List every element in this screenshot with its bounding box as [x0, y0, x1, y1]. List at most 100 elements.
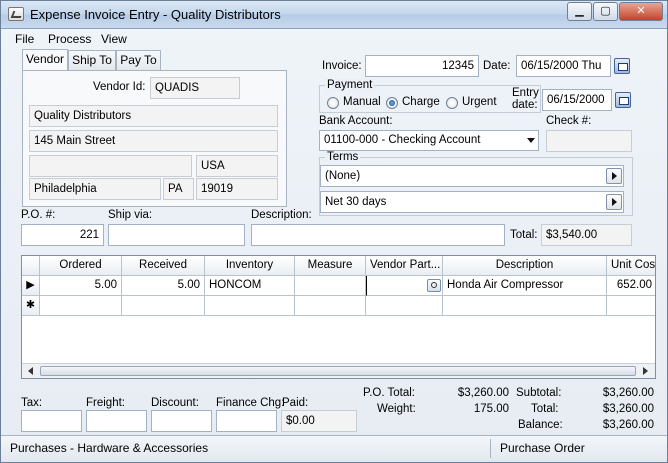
vendor-country-field[interactable]: USA	[196, 155, 278, 177]
invoice-number-field[interactable]: 12345	[365, 55, 479, 77]
footer-total-value: $3,260.00	[602, 403, 654, 415]
invoice-label: Invoice:	[322, 60, 362, 72]
vendor-city-field[interactable]: Philadelphia	[29, 178, 161, 200]
table-cell-empty[interactable]	[205, 296, 295, 316]
status-document-type: Purchase Order	[500, 441, 585, 455]
table-cell-empty[interactable]	[122, 296, 205, 316]
terms-field-2[interactable]: Net 30 days	[320, 191, 624, 213]
paid-label: Paid:	[282, 397, 309, 409]
payment-urgent-radio[interactable]	[446, 97, 458, 109]
payment-charge-label[interactable]: Charge	[402, 96, 440, 108]
bank-account-select[interactable]: 01100-000 - Checking Account	[319, 130, 539, 151]
table-cell-empty[interactable]	[607, 296, 655, 316]
col-unit-cost[interactable]: Unit Cost	[607, 256, 655, 276]
payment-manual-radio[interactable]	[327, 97, 339, 109]
freight-label: Freight:	[86, 397, 125, 409]
vendor-state-field[interactable]: PA	[163, 178, 194, 200]
table-cell-empty[interactable]	[443, 296, 607, 316]
tab-vendor[interactable]: Vendor	[22, 49, 68, 71]
terms-field-1[interactable]: (None)	[320, 165, 624, 187]
paid-field: $0.00	[281, 410, 357, 432]
vendor-address1-field[interactable]: 145 Main Street	[29, 130, 278, 152]
discount-label: Discount:	[151, 397, 199, 409]
line-items-grid[interactable]: Ordered Received Inventory Measure Vendo…	[21, 255, 656, 379]
ship-via-label: Ship via:	[108, 209, 153, 221]
weight-value: 175.00	[473, 403, 509, 415]
scroll-right-icon[interactable]	[643, 367, 648, 375]
vendor-address2-field[interactable]	[29, 155, 192, 177]
menu-file[interactable]: File	[15, 32, 34, 46]
tab-pay-to[interactable]: Pay To	[116, 50, 161, 70]
terms1-lookup-icon[interactable]	[606, 168, 622, 184]
magnifier-icon	[431, 282, 437, 288]
entry-date-field[interactable]: 06/15/2000	[542, 89, 612, 111]
terms2-lookup-icon[interactable]	[606, 194, 622, 210]
scrollbar-thumb[interactable]	[40, 366, 636, 376]
date-calendar-icon[interactable]	[614, 58, 630, 74]
bank-account-value: 01100-000 - Checking Account	[324, 134, 481, 146]
ship-via-field[interactable]	[108, 224, 245, 246]
table-cell-inventory[interactable]: HONCOM	[205, 276, 295, 296]
table-cell-description[interactable]: Honda Air Compressor	[443, 276, 607, 296]
finance-charge-field[interactable]	[216, 410, 277, 432]
vendor-id-field[interactable]: QUADIS	[150, 77, 240, 99]
menu-bar: File Process View	[1, 30, 667, 49]
tab-ship-to[interactable]: Ship To	[68, 50, 116, 70]
check-number-label: Check #:	[546, 115, 592, 127]
balance-value: $3,260.00	[602, 419, 654, 431]
description-label: Description:	[251, 209, 312, 221]
payment-urgent-label[interactable]: Urgent	[462, 96, 497, 108]
vendor-name-field[interactable]: Quality Distributors	[29, 105, 278, 127]
entry-date-label: Entry date:	[512, 87, 539, 111]
expense-invoice-window: Expense Invoice Entry - Quality Distribu…	[0, 0, 668, 463]
menu-view[interactable]: View	[101, 32, 127, 46]
payment-label: Payment	[325, 79, 375, 91]
vendor-id-label: Vendor Id:	[93, 81, 146, 93]
discount-field[interactable]	[151, 410, 212, 432]
status-category: Purchases - Hardware & Accessories	[5, 439, 491, 458]
scroll-left-icon[interactable]	[28, 367, 33, 375]
col-received[interactable]: Received	[122, 256, 205, 276]
entry-date-calendar-icon[interactable]	[615, 92, 631, 108]
tax-field[interactable]	[21, 410, 82, 432]
table-cell-ordered[interactable]: 5.00	[40, 276, 122, 296]
finance-charge-label: Finance Chg:	[216, 397, 285, 409]
date-field[interactable]: 06/15/2000 Thu	[516, 55, 611, 77]
description-field[interactable]	[251, 224, 505, 246]
terms-label: Terms	[325, 151, 361, 163]
po-total-label: P.O. Total:	[363, 387, 415, 399]
tax-label: Tax:	[21, 397, 43, 409]
col-vendor-part[interactable]: Vendor Part...	[366, 256, 443, 276]
subtotal-value: $3,260.00	[602, 387, 654, 399]
bank-account-label: Bank Account:	[319, 115, 393, 127]
new-row-marker[interactable]: ✱	[22, 296, 40, 316]
title-bar[interactable]: Expense Invoice Entry - Quality Distribu…	[1, 1, 667, 29]
minimize-button[interactable]: ▁	[567, 2, 592, 21]
col-description[interactable]: Description	[443, 256, 607, 276]
row-current-marker[interactable]: ▶	[22, 276, 40, 296]
vendor-zip-field[interactable]: 19019	[196, 178, 278, 200]
close-button[interactable]: ✕	[619, 2, 663, 21]
table-cell-unit-cost[interactable]: 652.00	[607, 276, 655, 296]
table-cell-received[interactable]: 5.00	[122, 276, 205, 296]
table-cell-empty[interactable]	[295, 296, 366, 316]
table-cell-measure[interactable]	[295, 276, 366, 296]
freight-field[interactable]	[86, 410, 147, 432]
maximize-button[interactable]: ▢	[593, 2, 618, 21]
footer-total-label: Total:	[531, 403, 559, 415]
grid-horizontal-scrollbar[interactable]	[22, 363, 655, 378]
col-inventory[interactable]: Inventory	[205, 256, 295, 276]
table-cell-empty[interactable]	[40, 296, 122, 316]
payment-charge-radio[interactable]	[386, 97, 398, 109]
payment-manual-label[interactable]: Manual	[343, 96, 381, 108]
check-number-field[interactable]	[546, 130, 632, 152]
subtotal-label: Subtotal:	[516, 387, 562, 399]
po-field[interactable]: 221	[21, 224, 104, 246]
vendor-part-lookup-icon[interactable]	[427, 279, 441, 292]
table-cell-empty[interactable]	[366, 296, 443, 316]
chevron-down-icon	[527, 138, 535, 143]
col-ordered[interactable]: Ordered	[40, 256, 122, 276]
menu-process[interactable]: Process	[48, 32, 91, 46]
date-label: Date:	[483, 60, 511, 72]
col-measure[interactable]: Measure	[295, 256, 366, 276]
